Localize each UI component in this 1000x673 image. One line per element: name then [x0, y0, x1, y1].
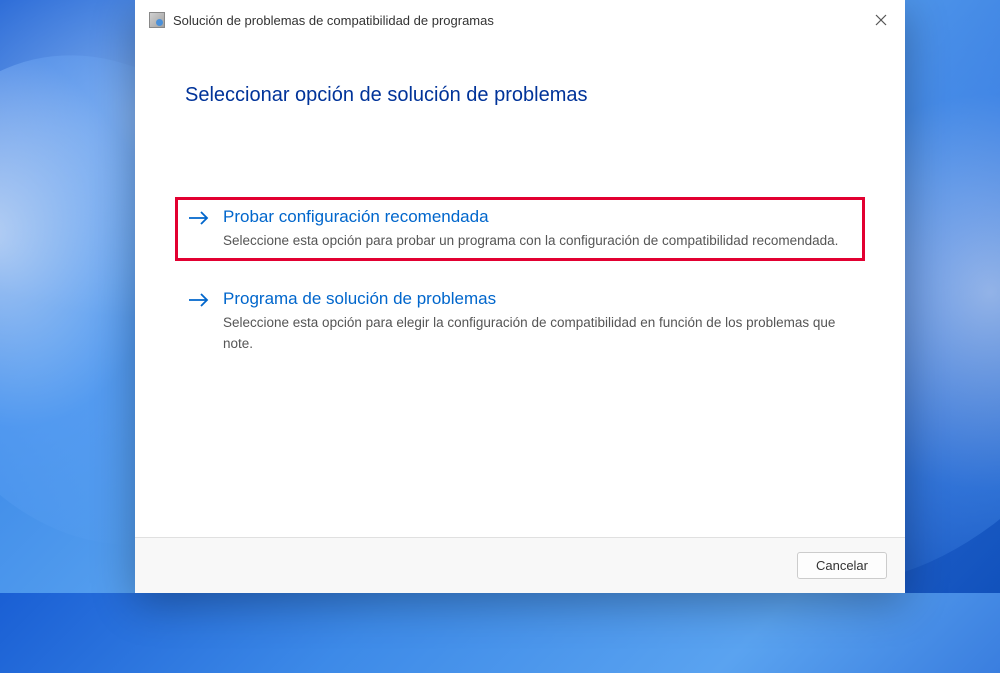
close-icon — [875, 14, 887, 26]
option-content: Probar configuración recomendada Selecci… — [223, 207, 853, 251]
close-button[interactable] — [871, 10, 891, 30]
button-bar: Cancelar — [135, 537, 905, 593]
option-description: Seleccione esta opción para probar un pr… — [223, 231, 853, 251]
page-heading: Seleccionar opción de solución de proble… — [185, 84, 855, 107]
options-container: Probar configuración recomendada Selecci… — [135, 197, 905, 382]
option-title: Probar configuración recomendada — [223, 207, 853, 227]
option-title: Programa de solución de problemas — [223, 289, 853, 309]
dialog-title: Solución de problemas de compatibilidad … — [173, 13, 891, 28]
option-try-recommended[interactable]: Probar configuración recomendada Selecci… — [175, 197, 865, 261]
arrow-right-icon — [187, 291, 211, 313]
compatibility-troubleshooter-dialog: Solución de problemas de compatibilidad … — [135, 0, 905, 593]
dialog-titlebar: Solución de problemas de compatibilidad … — [135, 0, 905, 36]
troubleshooter-icon — [149, 12, 165, 28]
option-troubleshoot-program[interactable]: Programa de solución de problemas Selecc… — [175, 279, 865, 364]
option-description: Seleccione esta opción para elegir la co… — [223, 313, 853, 354]
arrow-right-icon — [187, 209, 211, 231]
option-content: Programa de solución de problemas Selecc… — [223, 289, 853, 354]
cancel-button[interactable]: Cancelar — [797, 552, 887, 579]
